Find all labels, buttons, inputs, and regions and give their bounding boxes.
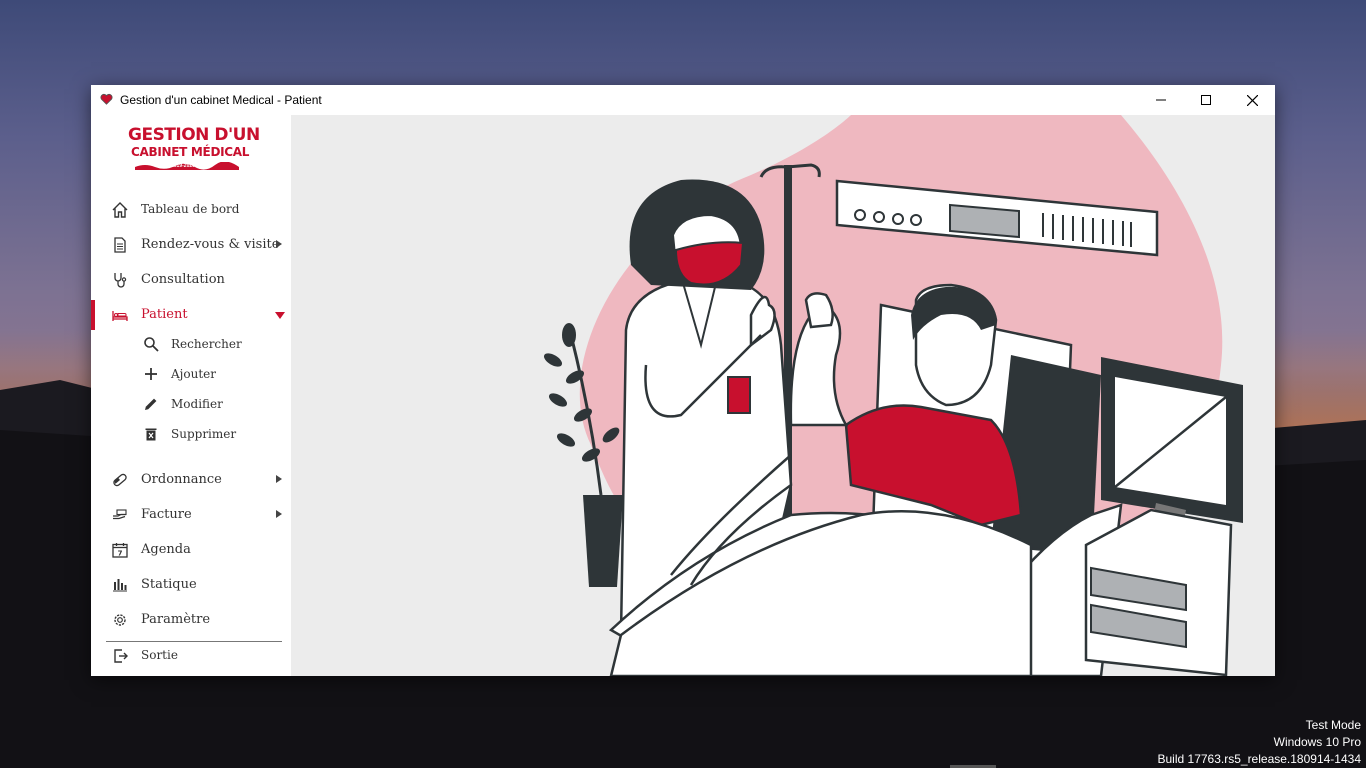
sub-label: Supprimer (171, 427, 237, 441)
logo-year: 2019-2020 (171, 163, 195, 169)
nav-item-facture[interactable]: Facture (91, 500, 291, 530)
nav-item-sortie[interactable]: Sortie (91, 641, 291, 671)
watermark-test-mode: Test Mode (1305, 718, 1361, 732)
close-button[interactable] (1229, 85, 1275, 115)
nav-label: Facture (141, 507, 192, 522)
nav-item-parametre[interactable]: Paramètre (91, 605, 291, 635)
document-icon (114, 237, 126, 253)
bedside-cabinet (1084, 508, 1233, 676)
nav-item-statique[interactable]: Statique (91, 570, 291, 600)
nav-label: Sortie (141, 648, 178, 662)
title-bar[interactable]: Gestion d'un cabinet Medical - Patient (91, 85, 1275, 115)
watermark-edition: Windows 10 Pro (1273, 735, 1361, 749)
collapse-arrow-icon (275, 312, 285, 319)
window-title: Gestion d'un cabinet Medical - Patient (120, 93, 322, 107)
sub-item-rechercher[interactable]: Rechercher (91, 331, 291, 359)
content-area (291, 115, 1275, 676)
app-logo: GESTION D'UN CABINET MÉDICAL 2019-2020 (125, 125, 260, 181)
exit-icon (114, 649, 128, 663)
search-icon (144, 337, 159, 352)
home-icon (112, 202, 128, 218)
sidebar: GESTION D'UN CABINET MÉDICAL 2019-2020 T… (91, 115, 291, 676)
heart-app-icon (100, 93, 113, 105)
pencil-icon (145, 398, 157, 410)
active-indicator (91, 300, 95, 330)
sub-label: Ajouter (171, 367, 216, 381)
nav-item-patient[interactable]: Patient (91, 300, 291, 330)
logo-line1: GESTION D'UN (128, 125, 260, 145)
logo-line2: CABINET MÉDICAL (131, 145, 250, 159)
nav-label: Rendez-vous & visite (141, 237, 280, 252)
bed-icon (112, 311, 128, 321)
nav-label: Consultation (141, 272, 225, 287)
sub-item-supprimer[interactable]: Supprimer (91, 421, 291, 449)
app-window: Gestion d'un cabinet Medical - Patient G… (91, 85, 1275, 676)
minimize-icon (1156, 99, 1166, 101)
expand-arrow-icon (276, 475, 282, 483)
bar-chart-icon (113, 579, 127, 592)
minimize-button[interactable] (1138, 85, 1184, 115)
svg-text:7: 7 (118, 550, 123, 558)
maximize-icon (1201, 95, 1211, 105)
nav-label: Paramètre (141, 612, 211, 627)
plus-icon (145, 368, 157, 380)
pill-icon (113, 473, 127, 487)
gear-icon (114, 614, 126, 626)
nav-item-rendez-vous[interactable]: Rendez-vous & visite (91, 230, 291, 260)
nav-label: Agenda (141, 542, 191, 557)
stethoscope-icon (114, 273, 127, 288)
nav-item-ordonnance[interactable]: Ordonnance (91, 465, 291, 495)
calendar-icon: 7 (112, 543, 128, 558)
nav-label: Statique (141, 577, 197, 592)
close-icon (1246, 94, 1258, 106)
sub-label: Modifier (171, 397, 223, 411)
nav-item-agenda[interactable]: 7 Agenda (91, 535, 291, 565)
trash-icon (145, 428, 157, 441)
nav-item-consultation[interactable]: Consultation (91, 265, 291, 295)
payment-icon (113, 509, 127, 520)
hospital-illustration (543, 115, 1243, 676)
sub-item-modifier[interactable]: Modifier (91, 391, 291, 419)
expand-arrow-icon (276, 240, 282, 248)
sub-label: Rechercher (171, 337, 242, 351)
nav-label: Tableau de bord (141, 202, 240, 216)
sub-item-ajouter[interactable]: Ajouter (91, 361, 291, 389)
nav-label: Ordonnance (141, 472, 222, 487)
watermark-build: Build 17763.rs5_release.180914-1434 (1157, 752, 1362, 766)
nav-item-tableau-de-bord[interactable]: Tableau de bord (91, 195, 291, 225)
expand-arrow-icon (276, 510, 282, 518)
maximize-button[interactable] (1183, 85, 1229, 115)
nav-label: Patient (141, 307, 188, 322)
